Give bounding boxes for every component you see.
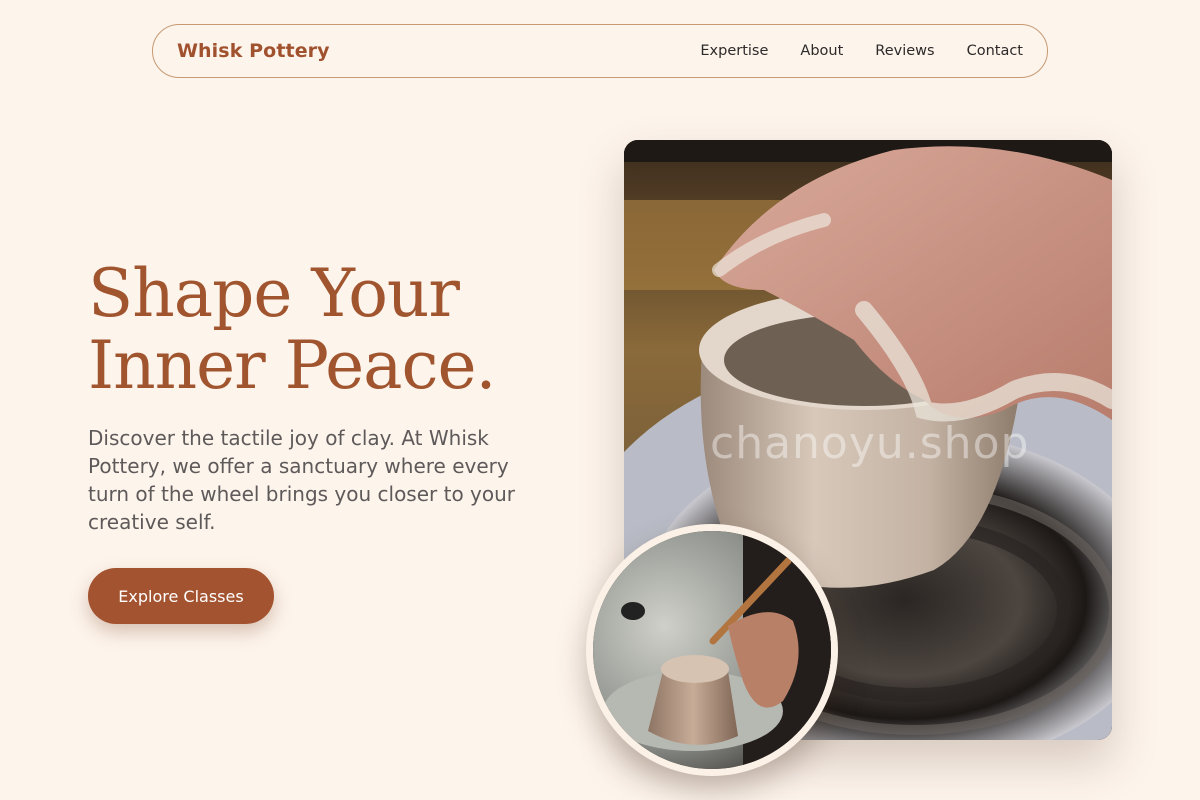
nav-link-contact[interactable]: Contact xyxy=(967,43,1023,59)
brand-logo-text[interactable]: Whisk Pottery xyxy=(177,40,330,62)
nav-link-reviews[interactable]: Reviews xyxy=(875,43,934,59)
hero-description: Discover the tactile joy of clay. At Whi… xyxy=(88,426,516,534)
hero-title: Shape Your Inner Peace. xyxy=(88,258,558,402)
pottery-carving-tool-image xyxy=(586,524,838,776)
top-navigation-bar: Whisk Pottery Expertise About Reviews Co… xyxy=(152,24,1048,78)
carving-illustration xyxy=(593,531,831,769)
nav-link-about[interactable]: About xyxy=(800,43,843,59)
hero-title-line-1: Shape Your xyxy=(88,255,460,332)
explore-classes-button[interactable]: Explore Classes xyxy=(88,568,274,624)
nav-links: Expertise About Reviews Contact xyxy=(700,43,1023,59)
landing-page: Whisk Pottery Expertise About Reviews Co… xyxy=(0,0,1200,800)
image-watermark: chanoyu.shop xyxy=(710,418,1030,469)
hero-title-line-2: Inner Peace. xyxy=(88,327,497,404)
nav-link-expertise[interactable]: Expertise xyxy=(700,43,768,59)
